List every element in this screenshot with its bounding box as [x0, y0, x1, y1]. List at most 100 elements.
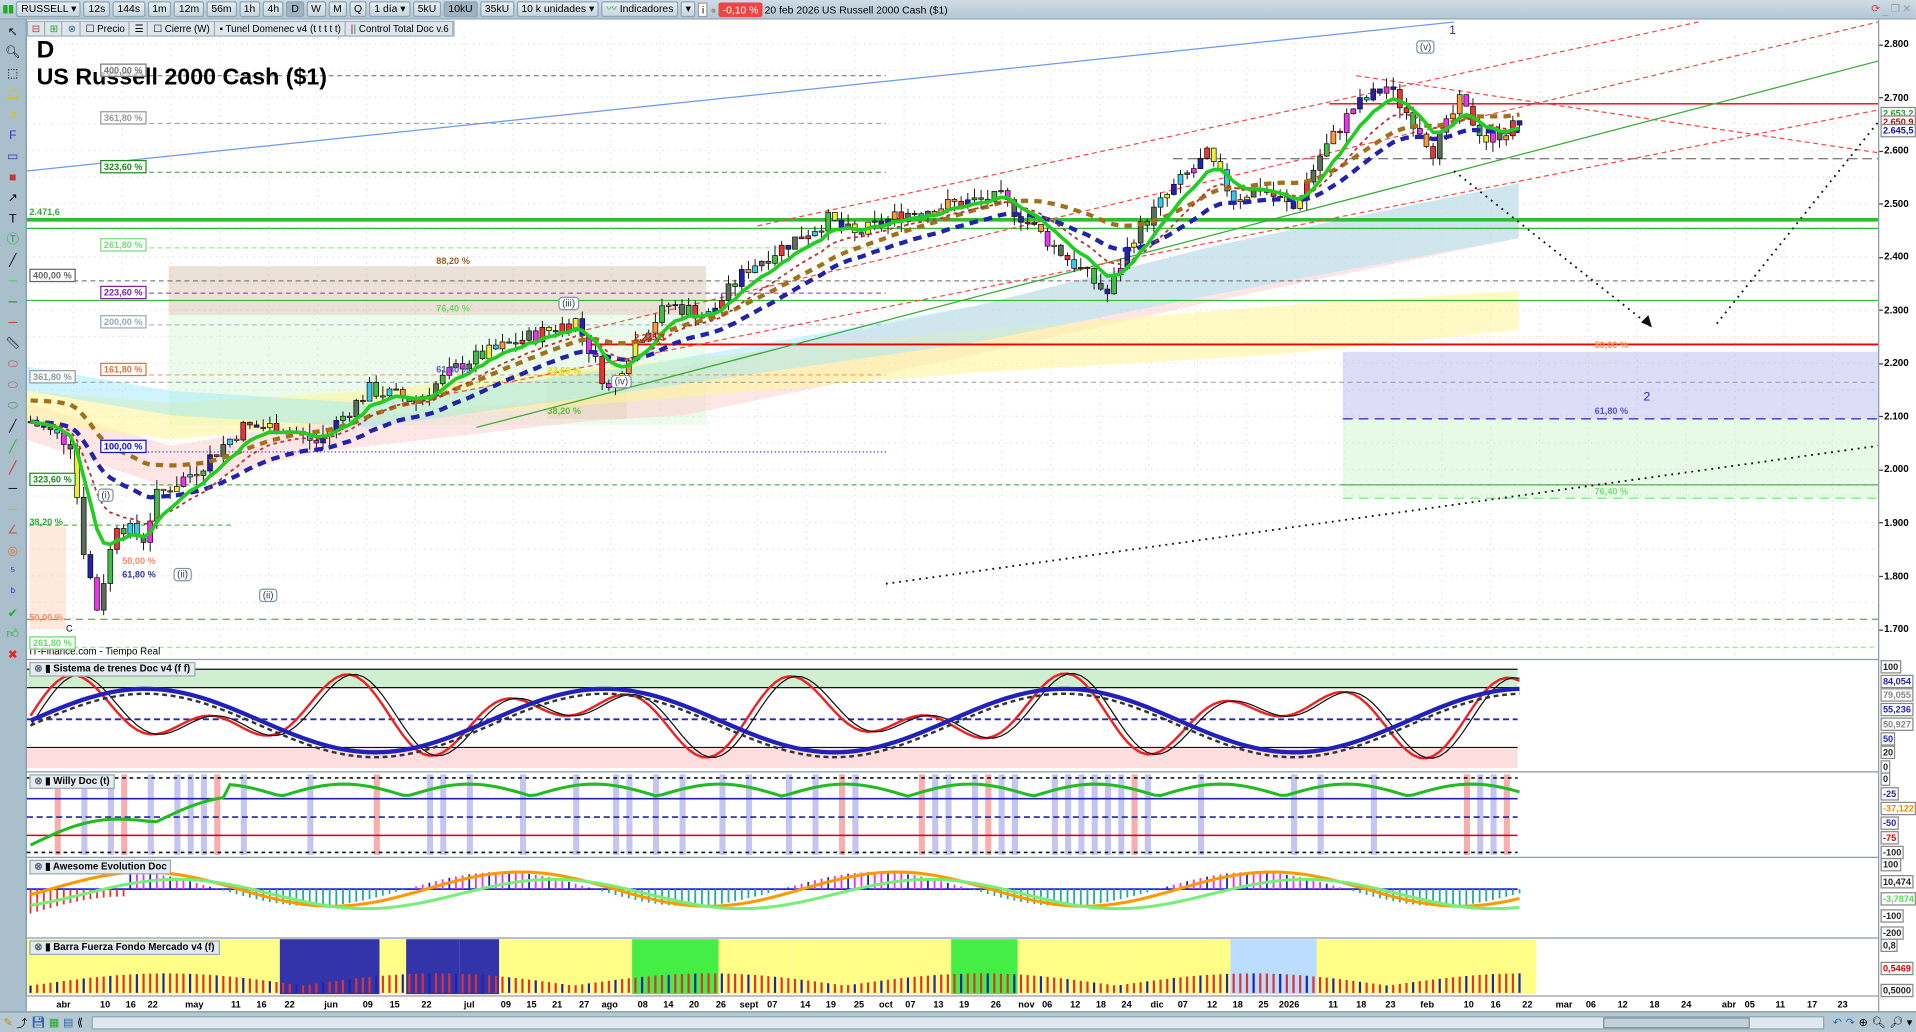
candle[interactable]: [765, 260, 772, 264]
candle[interactable]: [373, 381, 380, 397]
candle[interactable]: [253, 424, 260, 428]
candle[interactable]: [1430, 146, 1436, 159]
candle[interactable]: [1237, 199, 1244, 203]
indicator-panel[interactable]: [26, 668, 1520, 769]
candle[interactable]: [439, 374, 446, 385]
wave-label[interactable]: 1: [1449, 24, 1456, 37]
candle[interactable]: [41, 425, 47, 428]
candle[interactable]: [812, 231, 818, 237]
panel-close-icon[interactable]: ⊗: [34, 942, 42, 953]
wave-label[interactable]: (iv): [610, 374, 632, 389]
candle[interactable]: [1184, 172, 1190, 175]
candle[interactable]: [1330, 130, 1337, 145]
fib-level-label[interactable]: 323,60 %: [100, 159, 147, 174]
candle[interactable]: [493, 344, 499, 350]
candle[interactable]: [805, 235, 812, 240]
candle[interactable]: [1463, 94, 1470, 107]
candle[interactable]: [1416, 128, 1423, 135]
candle[interactable]: [233, 438, 240, 441]
panel-close-icon[interactable]: ⊗: [34, 663, 42, 674]
template-icon[interactable]: ▤: [63, 1016, 73, 1029]
panel-close-icon[interactable]: ⊗: [34, 776, 42, 787]
settings-menu-icon[interactable]: ▾: [1907, 1016, 1916, 1029]
candle[interactable]: [1370, 88, 1377, 101]
candle[interactable]: [1516, 120, 1523, 126]
price-chart[interactable]: [0, 0, 1879, 995]
fib-level-label[interactable]: 261,80 %: [100, 238, 147, 252]
candle[interactable]: [1018, 216, 1024, 223]
candle[interactable]: [526, 330, 532, 341]
candle[interactable]: [945, 199, 951, 210]
minimize-icon[interactable]: _: [1882, 3, 1888, 15]
candle[interactable]: [1244, 196, 1250, 201]
candle[interactable]: [512, 342, 519, 345]
candle[interactable]: [1131, 242, 1137, 248]
candle[interactable]: [752, 265, 758, 273]
candle[interactable]: [187, 474, 193, 478]
panel-title[interactable]: ⊗ ▮ Barra Fuerza Fondo Mercado v4 (f): [29, 940, 220, 956]
panel-title[interactable]: ⊗ ▮ Sistema de trenes Doc v4 (f f): [29, 661, 196, 677]
candle[interactable]: [260, 426, 267, 429]
candle[interactable]: [1144, 221, 1151, 226]
candle[interactable]: [685, 305, 692, 315]
candle[interactable]: [486, 344, 493, 360]
candle[interactable]: [1091, 268, 1097, 284]
candle[interactable]: [506, 341, 512, 344]
candle[interactable]: [386, 388, 393, 397]
candle[interactable]: [1084, 267, 1091, 270]
channel-line[interactable]: [757, 21, 1699, 227]
candle[interactable]: [267, 423, 273, 429]
wave-label[interactable]: (v): [1416, 40, 1435, 54]
candle[interactable]: [366, 381, 373, 402]
candle[interactable]: [87, 554, 94, 579]
candle[interactable]: [858, 232, 865, 235]
wave-label[interactable]: (i): [97, 488, 114, 502]
candle[interactable]: [1210, 147, 1217, 163]
candle[interactable]: [94, 577, 100, 611]
candle[interactable]: [313, 439, 320, 444]
fib-level-label[interactable]: 100,00 %: [100, 439, 147, 454]
candle[interactable]: [499, 341, 506, 350]
candle[interactable]: [193, 474, 200, 477]
candle[interactable]: [1383, 86, 1390, 94]
candle[interactable]: [1044, 231, 1051, 247]
indicator-panel[interactable]: [26, 870, 1521, 914]
candle[interactable]: [1357, 97, 1363, 110]
fib-level-label[interactable]: 38,20 %: [29, 517, 63, 528]
candle[interactable]: [173, 486, 180, 493]
panel-title[interactable]: ⊗ ▮ Willy Doc (t): [29, 774, 115, 789]
candle[interactable]: [891, 211, 898, 220]
candle[interactable]: [552, 330, 559, 333]
candle[interactable]: [672, 304, 679, 307]
fib-level-label[interactable]: 61,80 %: [1595, 405, 1629, 416]
candle[interactable]: [1051, 244, 1058, 247]
candle[interactable]: [1031, 222, 1038, 225]
wave-label[interactable]: (ii): [259, 588, 278, 603]
candle[interactable]: [519, 339, 526, 345]
candle[interactable]: [792, 236, 798, 250]
candle[interactable]: [213, 454, 220, 457]
fib-level-label[interactable]: 88,20 %: [436, 255, 470, 266]
candle[interactable]: [1064, 255, 1071, 261]
candle[interactable]: [1190, 168, 1197, 174]
candle[interactable]: [346, 415, 353, 418]
candle[interactable]: [659, 305, 665, 323]
candle[interactable]: [1390, 86, 1397, 90]
candle[interactable]: [1317, 155, 1323, 171]
wave-label[interactable]: (iii): [558, 296, 579, 311]
zoom-fit-icon[interactable]: ⊕: [1859, 1016, 1868, 1029]
candle[interactable]: [167, 490, 173, 493]
fib-level-label[interactable]: 23,60 %: [547, 365, 581, 376]
candle[interactable]: [127, 523, 134, 535]
fib-level-label[interactable]: 76,40 %: [1595, 486, 1629, 497]
candle[interactable]: [732, 283, 738, 287]
candle[interactable]: [120, 528, 127, 535]
candle[interactable]: [1230, 190, 1237, 203]
candle[interactable]: [1403, 107, 1410, 114]
candle[interactable]: [1436, 131, 1443, 159]
candle[interactable]: [998, 190, 1004, 193]
candle[interactable]: [978, 197, 984, 200]
candle[interactable]: [1197, 157, 1204, 169]
candle[interactable]: [200, 470, 207, 476]
close-icon[interactable]: ✕: [1902, 2, 1916, 15]
